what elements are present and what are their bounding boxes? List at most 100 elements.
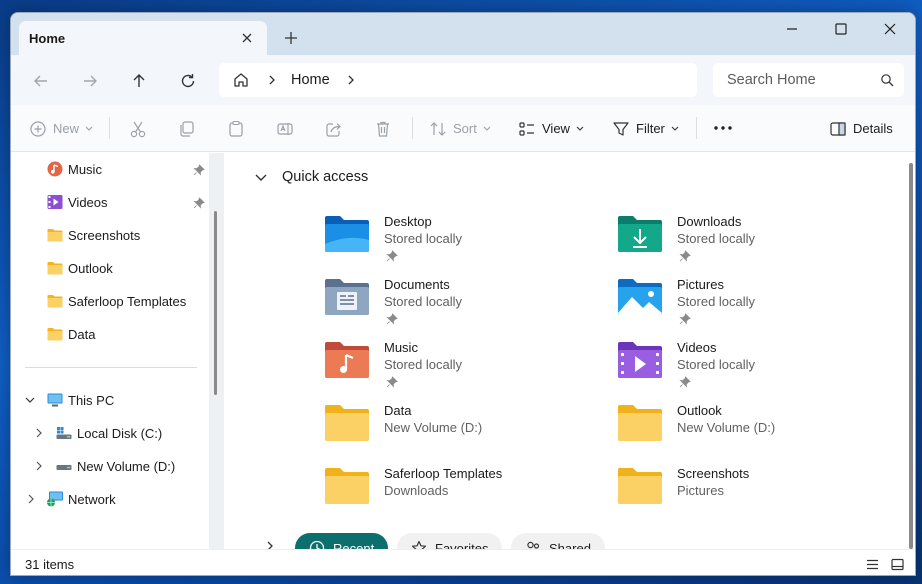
close-tab-icon[interactable]: [239, 30, 255, 46]
quick-access-item-screenshots[interactable]: Screenshots Pictures: [617, 466, 877, 522]
sort-button[interactable]: Sort: [429, 105, 491, 152]
sidebar-item-label: Outlook: [68, 260, 113, 276]
sidebar-item-label: Network: [68, 491, 116, 507]
quick-access-item-music[interactable]: Music Stored locally: [324, 340, 584, 396]
pin-icon[interactable]: [193, 197, 205, 209]
item-name: Saferloop Templates: [384, 466, 503, 481]
chevron-right-icon[interactable]: [346, 74, 356, 86]
search-icon: [881, 74, 894, 87]
chevron-right-icon[interactable]: [266, 541, 274, 549]
quick-access-item-documents[interactable]: Documents Stored locally: [324, 277, 584, 333]
sidebar-item-this-pc[interactable]: This PC: [11, 385, 209, 415]
more-options-icon[interactable]: [713, 125, 733, 131]
chevron-right-icon[interactable]: [35, 428, 43, 438]
quick-access-title: Quick access: [282, 169, 369, 185]
quick-access-item-pictures[interactable]: Pictures Stored locally: [617, 277, 877, 333]
sidebar-item-network[interactable]: Network: [11, 484, 209, 514]
breadcrumb-home[interactable]: Home: [291, 72, 330, 88]
back-icon[interactable]: [31, 71, 51, 91]
toolbar-separator: [109, 117, 110, 139]
toolbar-separator: [412, 117, 413, 139]
item-location: Stored locally: [677, 357, 756, 372]
sidebar-item-label: Saferloop Templates: [68, 293, 187, 309]
sidebar-item-music[interactable]: Music: [11, 154, 209, 184]
pin-icon[interactable]: [193, 164, 205, 176]
chevron-down-icon[interactable]: [25, 396, 35, 404]
quick-access-item-data[interactable]: Data New Volume (D:): [324, 403, 584, 459]
item-name: Pictures: [677, 277, 724, 292]
forward-icon[interactable]: [80, 71, 100, 91]
rename-icon[interactable]: [276, 120, 294, 138]
drive-icon: [56, 465, 72, 470]
delete-icon[interactable]: [374, 120, 392, 138]
tiles-view-icon[interactable]: [891, 558, 904, 571]
details-view-icon[interactable]: [866, 558, 879, 571]
search-box[interactable]: [713, 63, 904, 97]
sidebar-item-outlook[interactable]: Outlook: [11, 253, 209, 283]
sidebar-scrollbar[interactable]: [214, 211, 217, 395]
sidebar-item-videos[interactable]: Videos: [11, 187, 209, 217]
sidebar-item-label: Local Disk (C:): [77, 425, 163, 441]
pin-icon: [679, 313, 691, 325]
folder-icon: [325, 468, 369, 504]
view-button[interactable]: View: [518, 105, 584, 152]
content-scrollbar[interactable]: [904, 163, 915, 549]
network-icon: [47, 491, 63, 507]
folder-icon: [618, 468, 662, 504]
share-icon[interactable]: [325, 120, 343, 138]
plus-circle-icon: [30, 120, 46, 137]
maximize-icon[interactable]: [833, 21, 849, 37]
new-button[interactable]: New: [29, 105, 93, 152]
quick-access-item-saferloop-templates[interactable]: Saferloop Templates Downloads: [324, 466, 584, 522]
close-window-icon[interactable]: [882, 21, 898, 37]
pin-icon: [386, 250, 398, 262]
chip-label: Shared: [549, 540, 591, 550]
cut-icon[interactable]: [129, 120, 147, 138]
sidebar-item-saferloop-templates[interactable]: Saferloop Templates: [11, 286, 209, 316]
paste-icon[interactable]: [227, 120, 245, 138]
folder-icon: [47, 229, 63, 242]
scrollbar-thumb[interactable]: [909, 163, 913, 549]
chevron-down-icon[interactable]: [254, 172, 268, 182]
sidebar-item-data[interactable]: Data: [11, 319, 209, 349]
tab-recent[interactable]: Recent: [295, 533, 389, 550]
chevron-right-icon[interactable]: [267, 74, 277, 86]
clock-icon: [309, 540, 325, 549]
sidebar-item-screenshots[interactable]: Screenshots: [11, 220, 209, 250]
home-icon[interactable]: [232, 71, 250, 89]
item-location: Stored locally: [384, 231, 463, 246]
minimize-icon[interactable]: [784, 21, 800, 37]
tab-home[interactable]: Home: [19, 21, 267, 55]
details-label: Details: [853, 121, 893, 136]
up-icon[interactable]: [129, 71, 149, 91]
videos-folder-icon: [618, 342, 662, 378]
refresh-icon[interactable]: [178, 71, 198, 91]
sidebar-item-label: New Volume (D:): [77, 458, 176, 474]
search-input[interactable]: [713, 63, 873, 97]
address-field[interactable]: Home: [219, 63, 697, 97]
quick-access-item-downloads[interactable]: Downloads Stored locally: [617, 214, 877, 270]
tab-favorites[interactable]: Favorites: [397, 533, 503, 550]
quick-access-item-outlook[interactable]: Outlook New Volume (D:): [617, 403, 877, 459]
quick-access-item-desktop[interactable]: Desktop Stored locally: [324, 214, 584, 270]
quick-access-item-videos[interactable]: Videos Stored locally: [617, 340, 877, 396]
new-tab-icon[interactable]: [283, 30, 299, 46]
videos-folder-icon: [47, 195, 63, 209]
copy-icon[interactable]: [178, 120, 196, 138]
documents-folder-icon: [325, 279, 369, 315]
chevron-right-icon[interactable]: [35, 461, 43, 471]
sidebar-item-label: Screenshots: [68, 227, 141, 243]
computer-icon: [47, 393, 63, 407]
sidebar-item-local-disk-c[interactable]: Local Disk (C:): [11, 418, 209, 448]
details-button[interactable]: Details: [829, 105, 893, 152]
toolbar-separator: [696, 117, 697, 139]
tab-shared[interactable]: Shared: [511, 533, 605, 549]
sidebar-item-new-volume-d[interactable]: New Volume (D:): [11, 451, 209, 481]
folder-icon: [47, 295, 63, 308]
chevron-right-icon[interactable]: [27, 494, 35, 504]
item-name: Data: [384, 403, 412, 418]
chip-label: Favorites: [435, 540, 489, 550]
chip-label: Recent: [333, 540, 375, 550]
filter-button[interactable]: Filter: [612, 105, 679, 152]
quick-access-header[interactable]: Quick access: [254, 169, 368, 185]
